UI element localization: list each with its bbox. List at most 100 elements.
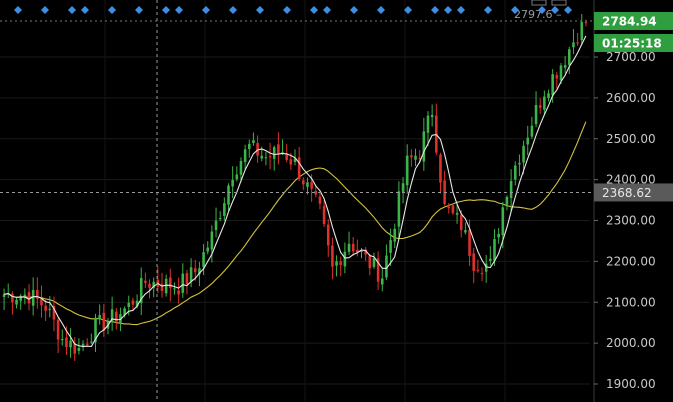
candle-body: [414, 155, 417, 160]
event-markers[interactable]: [14, 6, 572, 14]
candle-body: [164, 278, 168, 294]
candle-body: [289, 159, 293, 165]
candle-body: [551, 74, 554, 96]
event-marker-icon[interactable]: [484, 6, 492, 14]
event-marker-icon[interactable]: [431, 6, 439, 14]
candle-body: [347, 243, 351, 252]
event-marker-icon[interactable]: [310, 6, 318, 14]
candle-body: [239, 160, 243, 175]
candle-body: [410, 155, 413, 158]
candle-body: [389, 240, 392, 253]
event-marker-icon[interactable]: [377, 6, 385, 14]
event-marker-icon[interactable]: [68, 6, 76, 14]
axis-tick-label: 2200.00: [606, 254, 656, 268]
candle-body: [401, 183, 405, 192]
candle-body: [426, 115, 430, 133]
candle-body: [513, 165, 517, 180]
candle-body: [85, 343, 89, 345]
event-marker-icon[interactable]: [256, 6, 264, 14]
candle-body: [339, 261, 343, 265]
event-marker-icon[interactable]: [444, 6, 452, 14]
candle-body: [505, 196, 509, 205]
event-marker-icon[interactable]: [135, 6, 143, 14]
candle-body: [538, 105, 542, 108]
candle-body: [543, 96, 546, 110]
event-marker-icon[interactable]: [14, 6, 22, 14]
candle-body: [264, 157, 268, 159]
candle-body: [131, 300, 135, 305]
candle-body: [472, 253, 475, 271]
event-marker-icon[interactable]: [323, 6, 331, 14]
candle-body: [181, 273, 185, 293]
candle-body: [27, 292, 31, 304]
candle-body: [563, 64, 567, 68]
candle-body: [277, 144, 280, 154]
candle-body: [572, 42, 575, 48]
candle-body: [555, 75, 559, 79]
candle-body: [206, 247, 210, 252]
ma-fast-line: [4, 35, 587, 348]
candle-body: [185, 273, 189, 285]
event-marker-icon[interactable]: [175, 6, 183, 14]
event-marker-icon[interactable]: [283, 6, 291, 14]
candle-body: [115, 311, 118, 322]
candle-body: [260, 155, 264, 159]
axis-tick-label: 1900.00: [606, 377, 656, 391]
candle-body: [580, 22, 584, 41]
event-marker-icon[interactable]: [457, 6, 465, 14]
candle-body: [568, 49, 571, 65]
event-marker-icon[interactable]: [564, 6, 572, 14]
candle-body: [559, 65, 563, 81]
candle-body: [397, 191, 401, 227]
candle-body: [468, 229, 471, 256]
candle-body: [343, 251, 347, 267]
candle-body: [464, 230, 467, 233]
event-marker-icon[interactable]: [202, 6, 210, 14]
axis-tick-label: 2100.00: [606, 295, 656, 309]
candle-body: [218, 218, 222, 220]
event-marker-icon[interactable]: [162, 6, 170, 14]
candle-body: [202, 252, 205, 267]
window-box-icon: [531, 0, 547, 6]
candle-body: [40, 299, 43, 306]
cursor-price-tag: 2368.62: [602, 186, 652, 200]
candle-body: [380, 278, 384, 285]
event-marker-icon[interactable]: [350, 6, 358, 14]
candle-body: [326, 224, 330, 246]
candle-body: [318, 196, 322, 204]
candle-body: [90, 341, 93, 343]
candle-body: [272, 147, 276, 159]
candle-body: [522, 145, 525, 163]
event-marker-icon[interactable]: [81, 6, 89, 14]
candle-body: [451, 205, 455, 214]
candle-body: [252, 140, 255, 144]
candle-body: [497, 233, 500, 238]
grid-lines: [0, 0, 590, 402]
event-marker-icon[interactable]: [108, 6, 116, 14]
candle-body: [302, 180, 305, 185]
candle-body: [48, 308, 52, 310]
candle-body: [455, 212, 459, 215]
price-chart[interactable]: 2797.6 – 1900.002000.002100.002200.00230…: [0, 0, 673, 402]
candle-body: [331, 245, 334, 267]
candle-body: [177, 290, 180, 295]
candle-body: [439, 154, 442, 183]
candle-body: [476, 269, 480, 271]
candle-body: [102, 312, 106, 331]
event-marker-icon[interactable]: [41, 6, 49, 14]
candle-body: [268, 156, 272, 158]
candle-body: [214, 220, 218, 231]
candle-body: [368, 255, 372, 269]
candle-body: [69, 340, 72, 348]
candle-body: [189, 267, 193, 282]
candle-body: [306, 182, 309, 187]
candle-body: [169, 277, 172, 288]
candle-body: [310, 182, 313, 189]
candle-body: [223, 203, 226, 216]
candle-body: [547, 93, 550, 99]
candle-body: [576, 42, 579, 44]
axis-tick-label: 2600.00: [606, 91, 656, 105]
candle-body: [530, 125, 534, 137]
axis-tick-label: 2300.00: [606, 214, 656, 228]
event-marker-icon[interactable]: [229, 6, 237, 14]
